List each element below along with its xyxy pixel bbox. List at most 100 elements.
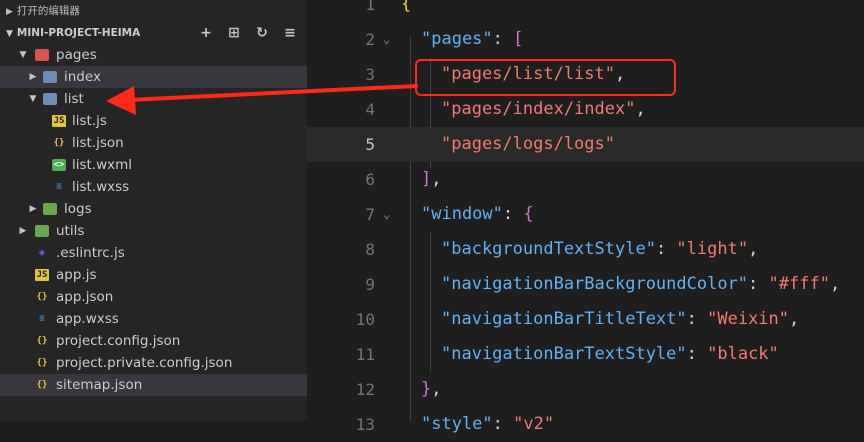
code-token: , (635, 99, 646, 119)
tree-item-app-js[interactable]: JS app.js (0, 264, 307, 286)
code-line[interactable]: 13 "style": "v2" (307, 407, 864, 442)
tree-item-label: app.json (56, 289, 114, 305)
folder-icon (35, 225, 49, 237)
tree-item-label: list.wxss (72, 179, 130, 195)
new-file-icon[interactable]: + (197, 22, 215, 44)
code-token: "window" (421, 204, 503, 224)
tree-item-list-json[interactable]: {} list.json (0, 132, 307, 154)
code-line[interactable]: 8 "backgroundTextStyle": "light", (307, 232, 864, 267)
js-file-icon: JS (35, 269, 49, 281)
code-line[interactable]: 10 "navigationBarTitleText": "Weixin", (307, 302, 864, 337)
code-line[interactable]: 1 { (307, 0, 864, 22)
open-editors-label: 打开的编辑器 (16, 5, 80, 17)
tree-item-project-config[interactable]: {} project.config.json (0, 330, 307, 352)
code-token: , (748, 239, 759, 259)
tree-item-utils[interactable]: ▶ utils (0, 220, 307, 242)
explorer-actions: + ⊞ ↻ ≡ (197, 22, 299, 44)
line-number: 13 (355, 415, 375, 434)
line-number: 7 (365, 205, 375, 224)
tree-item-project-private-config[interactable]: {} project.private.config.json (0, 352, 307, 374)
chevron-down-icon[interactable]: ⌄ (383, 22, 390, 57)
json-file-icon: {} (36, 336, 48, 346)
project-header[interactable]: ▼ MINI-PROJECT-HEIMA + ⊞ ↻ ≡ (0, 22, 307, 44)
chevron-right-icon: ▶ (19, 226, 27, 236)
code-token: "backgroundTextStyle" (441, 239, 656, 259)
code-token: "black" (707, 344, 779, 364)
collapse-icon[interactable]: ≡ (281, 22, 299, 44)
line-number: 3 (365, 65, 375, 84)
folder-icon (43, 71, 57, 83)
code-token: "pages/index/index" (441, 99, 636, 119)
tree-item-app-json[interactable]: {} app.json (0, 286, 307, 308)
tree-item-label: list.json (72, 135, 124, 151)
line-number: 1 (365, 0, 375, 14)
line-number: 8 (365, 240, 375, 259)
new-folder-icon[interactable]: ⊞ (225, 22, 243, 44)
tree-item-label: list.wxml (72, 157, 133, 173)
annotation-highlight-box (415, 59, 676, 96)
json-file-icon: {} (36, 358, 48, 368)
code-token: : (655, 239, 677, 259)
code-token: : (492, 29, 514, 49)
code-token: "light" (676, 239, 749, 259)
code-token: , (829, 274, 841, 294)
css-file-icon: ≡ (56, 182, 62, 192)
code-token: : (686, 344, 708, 364)
code-token: ] (421, 169, 432, 189)
line-number: 12 (355, 380, 375, 399)
tree-item-pages[interactable]: ▼ pages (0, 44, 307, 66)
tree-item-list-wxml[interactable]: <> list.wxml (0, 154, 307, 176)
code-token: "style" (421, 414, 493, 434)
file-tree: ▼ pages ▶ index ▼ list JS list.js {} lis… (0, 44, 307, 396)
tree-item-list[interactable]: ▼ list (0, 88, 307, 110)
code-line[interactable]: 7 ⌄ "window": { (307, 197, 864, 232)
line-number: 6 (365, 170, 375, 189)
chevron-down-icon: ▼ (19, 50, 27, 60)
tree-item-eslintrc[interactable]: ◉ .eslintrc.js (0, 242, 307, 264)
tree-item-label: project.private.config.json (56, 355, 233, 371)
code-token: "Weixin" (707, 309, 790, 329)
tree-item-list-wxss[interactable]: ≡ list.wxss (0, 176, 307, 198)
tree-item-sitemap[interactable]: {} sitemap.json (0, 374, 307, 396)
line-number: 5 (365, 135, 375, 154)
tree-item-list-js[interactable]: JS list.js (0, 110, 307, 132)
open-editors-header[interactable]: ▶ 打开的编辑器 (0, 0, 307, 22)
refresh-icon[interactable]: ↻ (253, 22, 271, 44)
folder-open-icon (43, 93, 57, 105)
css-file-icon: ≡ (39, 314, 45, 324)
code-token: "pages" (421, 29, 493, 49)
chevron-right-icon: ▶ (29, 204, 37, 214)
chevron-down-icon: ▼ (6, 29, 13, 39)
tree-item-label: app.wxss (56, 311, 119, 327)
project-label: MINI-PROJECT-HEIMA (16, 27, 141, 39)
line-number: 2 (365, 30, 375, 49)
json-file-icon: {} (36, 292, 48, 302)
code-token: } (421, 379, 432, 399)
code-line[interactable]: 12 }, (307, 372, 864, 407)
code-token: "#fff" (768, 274, 830, 294)
tree-item-app-wxss[interactable]: ≡ app.wxss (0, 308, 307, 330)
tree-item-label: logs (64, 201, 92, 217)
code-token: { (401, 0, 412, 14)
code-line[interactable]: 2 ⌄ "pages": [ (307, 22, 864, 57)
code-line[interactable]: 4 "pages/index/index", (307, 92, 864, 127)
chevron-down-icon[interactable]: ⌄ (383, 197, 390, 232)
code-line-current[interactable]: 5 "pages/logs/logs" (307, 127, 864, 162)
code-token: "v2" (513, 414, 555, 434)
eslint-file-icon: ◉ (39, 248, 45, 258)
line-number: 11 (355, 345, 375, 364)
code-token: "navigationBarBackgroundColor" (441, 274, 749, 294)
code-token: [ (513, 29, 524, 49)
tree-item-label: .eslintrc.js (56, 245, 125, 261)
code-line[interactable]: 9 "navigationBarBackgroundColor": "#fff"… (307, 267, 864, 302)
tree-item-index[interactable]: ▶ index (0, 66, 307, 88)
code-token: : (748, 274, 769, 294)
chevron-down-icon: ▼ (29, 94, 37, 104)
code-token: : (502, 204, 524, 224)
tree-item-label: sitemap.json (56, 377, 143, 393)
tree-item-label: pages (56, 47, 97, 63)
tree-item-logs[interactable]: ▶ logs (0, 198, 307, 220)
code-line[interactable]: 6 ], (307, 162, 864, 197)
tree-item-label: list.js (72, 113, 107, 129)
code-line[interactable]: 11 "navigationBarTextStyle": "black" (307, 337, 864, 372)
